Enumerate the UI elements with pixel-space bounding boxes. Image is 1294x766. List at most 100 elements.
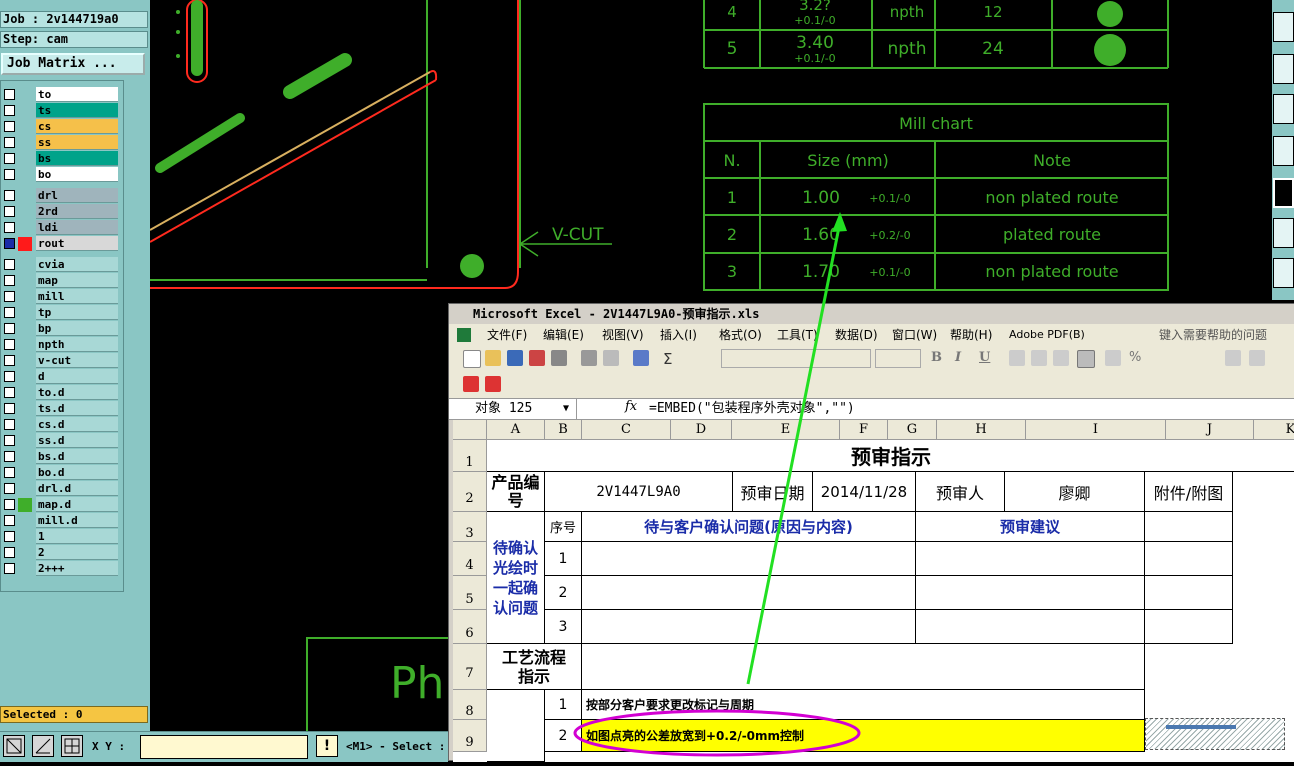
pdf-convert-icon[interactable] <box>463 376 479 392</box>
pan-icon[interactable] <box>1273 12 1294 42</box>
column-header[interactable]: C <box>582 420 671 440</box>
layer-checkbox[interactable] <box>4 355 15 366</box>
layer-name[interactable]: bp <box>36 321 118 336</box>
layer-checkbox[interactable] <box>4 190 15 201</box>
layers-icon[interactable] <box>1273 136 1294 166</box>
layer-row[interactable]: mill <box>2 289 118 305</box>
layer-name[interactable]: ss.d <box>36 433 118 448</box>
excel-title-bar[interactable]: Microsoft Excel - 2V1447L9A0-预审指示.xls <box>449 304 1294 324</box>
layer-row[interactable]: cvia <box>2 257 118 273</box>
currency-icon[interactable] <box>1105 350 1121 366</box>
excel-doc-icon[interactable] <box>457 328 471 342</box>
layer-checkbox[interactable] <box>4 467 15 478</box>
layer-row[interactable]: ldi <box>2 220 118 236</box>
align-right-icon[interactable] <box>1053 350 1069 366</box>
bold-icon[interactable]: B <box>931 350 947 366</box>
layer-name[interactable]: 2rd <box>36 204 118 219</box>
layer-row[interactable]: 2rd <box>2 204 118 220</box>
layer-row[interactable]: d <box>2 369 118 385</box>
review-date-value[interactable]: 2014/11/28 <box>813 472 916 512</box>
italic-icon[interactable]: I <box>955 350 971 366</box>
pdf-email-icon[interactable] <box>485 376 501 392</box>
layer-row[interactable]: ts <box>2 103 118 119</box>
column-header[interactable]: F <box>840 420 888 440</box>
product-no-label[interactable]: 产品编号 <box>487 472 545 512</box>
layer-row[interactable]: ts.d <box>2 401 118 417</box>
layer-checkbox[interactable] <box>4 238 15 249</box>
job-matrix-button[interactable]: Job Matrix ... <box>1 53 145 75</box>
grid-icon[interactable] <box>61 735 83 757</box>
layer-checkbox[interactable] <box>4 371 15 382</box>
layer-checkbox[interactable] <box>4 206 15 217</box>
seq-label[interactable]: 序号 <box>545 512 582 542</box>
attachment-cell[interactable] <box>1145 576 1233 610</box>
menu-window[interactable]: 窗口(W) <box>892 324 937 346</box>
menu-format[interactable]: 格式(O) <box>719 324 762 346</box>
align-left-icon[interactable] <box>1009 350 1025 366</box>
row-header[interactable]: 9 <box>453 720 487 752</box>
attachment-cell[interactable] <box>1145 542 1233 576</box>
layer-row[interactable]: bs.d <box>2 449 118 465</box>
connect-icon[interactable] <box>1273 218 1294 248</box>
layer-name[interactable]: ts.d <box>36 401 118 416</box>
product-no-value[interactable]: 2V1447L9A0 <box>545 472 733 512</box>
layer-checkbox[interactable] <box>4 403 15 414</box>
new-icon[interactable] <box>463 350 481 368</box>
layer-name[interactable]: drl <box>36 188 118 203</box>
move-icon[interactable] <box>1273 54 1294 84</box>
row-header[interactable]: 5 <box>453 576 487 610</box>
attachment-cell[interactable] <box>1145 512 1233 542</box>
xy-input[interactable] <box>140 735 308 759</box>
menu-adobe-pdf[interactable]: Adobe PDF(B) <box>1009 324 1085 346</box>
autosum-icon[interactable]: Σ <box>663 350 679 368</box>
process-label[interactable]: 工艺流程指示 <box>487 644 582 690</box>
question-cell[interactable] <box>582 542 916 576</box>
layer-checkbox[interactable] <box>4 339 15 350</box>
fx-icon[interactable]: fx <box>625 399 637 414</box>
layer-checkbox[interactable] <box>4 563 15 574</box>
confirm-issues-label[interactable]: 待确认光绘时一起确认问题 <box>487 512 545 644</box>
menu-edit[interactable]: 编辑(E) <box>543 324 584 346</box>
layer-row[interactable]: drl.d <box>2 481 118 497</box>
reviewer-value[interactable]: 廖卿 <box>1005 472 1145 512</box>
select-icon[interactable] <box>1273 178 1294 208</box>
menu-help[interactable]: 帮助(H) <box>950 324 992 346</box>
layer-row[interactable]: 2 <box>2 545 118 561</box>
layer-checkbox[interactable] <box>4 121 15 132</box>
percent-icon[interactable]: % <box>1129 350 1145 366</box>
layer-row[interactable]: 2+++ <box>2 561 118 577</box>
question-seq[interactable]: 1 <box>545 542 582 576</box>
layer-name[interactable]: rout <box>36 236 118 251</box>
layer-checkbox[interactable] <box>4 259 15 270</box>
layer-checkbox[interactable] <box>4 275 15 286</box>
layer-name[interactable]: mill.d <box>36 513 118 528</box>
layer-name[interactable]: tp <box>36 305 118 320</box>
layer-name[interactable]: npth <box>36 337 118 352</box>
layer-name[interactable]: bo.d <box>36 465 118 480</box>
layer-row[interactable]: npth <box>2 337 118 353</box>
layer-checkbox[interactable] <box>4 531 15 542</box>
layer-name[interactable]: mill <box>36 289 118 304</box>
layer-name[interactable]: ss <box>36 135 118 150</box>
email-icon[interactable] <box>551 350 567 366</box>
layer-row[interactable]: bp <box>2 321 118 337</box>
align-center-icon[interactable] <box>1031 350 1047 366</box>
reviewer-label[interactable]: 预审人 <box>916 472 1005 512</box>
process-group-cell[interactable] <box>487 690 545 762</box>
formula-input[interactable]: =EMBED("包装程序外壳对象","") <box>649 399 855 419</box>
layer-checkbox[interactable] <box>4 387 15 398</box>
question-cell[interactable] <box>582 610 916 644</box>
layer-row[interactable]: bo.d <box>2 465 118 481</box>
layer-name[interactable]: ldi <box>36 220 118 235</box>
row-header[interactable]: 1 <box>453 440 487 472</box>
suggest-cell[interactable] <box>916 610 1145 644</box>
menu-file[interactable]: 文件(F) <box>487 324 527 346</box>
question-seq[interactable]: 2 <box>545 576 582 610</box>
font-name-select[interactable] <box>721 349 871 368</box>
process-item-2-highlighted[interactable]: 如图点亮的公差放宽到+0.2/-0mm控制 <box>582 720 1145 752</box>
process-cell[interactable] <box>582 644 1145 690</box>
layer-checkbox[interactable] <box>4 419 15 430</box>
layer-row-active[interactable]: rout <box>2 236 118 252</box>
layer-name[interactable]: 1 <box>36 529 118 544</box>
column-header[interactable]: J <box>1166 420 1254 440</box>
